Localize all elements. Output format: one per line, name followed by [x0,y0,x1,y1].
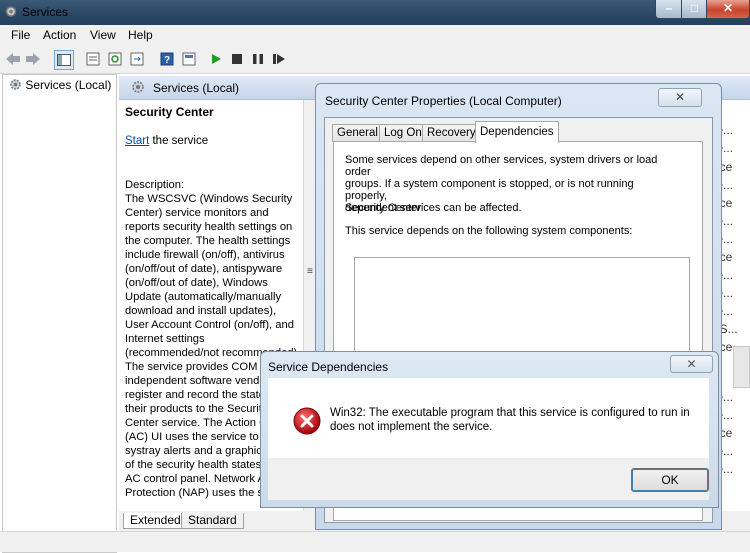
forward-arrow-icon[interactable] [24,50,42,68]
services-app-icon [5,6,17,17]
export-list-icon[interactable] [128,50,146,68]
dialog-footer: OK [268,458,709,500]
tab-dependencies[interactable]: Dependencies [475,121,559,143]
gear-icon [132,81,144,93]
stop-service-icon[interactable] [228,50,246,68]
properties-close-button[interactable]: ✕ [658,88,702,107]
error-message-area: Win32: The executable program that this … [268,378,709,458]
tab-extended[interactable]: Extended [123,513,188,529]
toolbar: ? [0,46,750,74]
service-dependencies-close-button[interactable]: ✕ [670,355,713,373]
minimize-icon: – [665,1,673,15]
tab-log-on[interactable]: Log On [379,124,427,142]
window-title-bar: Services – □ ✕ [0,0,750,25]
help-icon[interactable]: ? [158,50,176,68]
splitter-grip-icon: ≡ [307,266,313,277]
console-tree: Services (Local) [2,74,117,553]
window-title: Services [22,5,69,19]
tab-general[interactable]: General [332,124,383,142]
start-service-line: Start the service [125,135,208,147]
menu-help[interactable]: Help [128,28,153,42]
start-service-icon[interactable] [207,50,225,68]
depends-on-label: This service depends on the following sy… [345,225,633,237]
maximize-button[interactable]: □ [681,0,708,19]
close-icon: ✕ [722,1,734,15]
tree-node-services-local[interactable]: Services (Local) [9,78,111,92]
tab-standard[interactable]: Standard [181,513,244,529]
service-name: Security Center [125,105,214,119]
status-bar [0,531,750,552]
menu-action[interactable]: Action [43,28,76,42]
maximize-icon: □ [690,1,699,15]
vertical-scrollbar[interactable] [733,346,750,388]
services-panel-title: Services (Local) [153,81,240,95]
depends-on-tree[interactable] [354,257,690,362]
start-service-link[interactable]: Start [125,135,149,147]
error-icon [293,407,321,435]
back-arrow-icon[interactable] [4,50,22,68]
dependencies-service-name: Security Center [345,202,421,214]
show-hide-console-tree-icon[interactable] [54,50,74,70]
close-window-button[interactable]: ✕ [706,0,750,19]
refresh-icon[interactable] [106,50,124,68]
menu-view[interactable]: View [90,28,116,42]
tab-recovery[interactable]: Recovery [422,124,481,142]
properties-sheet-icon[interactable] [84,50,102,68]
service-dependencies-title: Service Dependencies [268,360,389,374]
minimize-button[interactable]: – [655,0,683,19]
restart-service-icon[interactable] [270,50,288,68]
menu-file[interactable]: File [11,28,30,42]
pause-service-icon[interactable] [249,50,267,68]
start-service-suffix: the service [149,135,209,147]
ok-button[interactable]: OK [631,468,709,492]
properties-dialog-title: Security Center Properties (Local Comput… [325,94,562,108]
gear-icon [10,79,21,90]
tree-node-label: Services (Local) [25,78,112,92]
console-view-icon[interactable] [180,50,198,68]
svg-text:?: ? [164,55,170,66]
menu-bar: File Action View Help [0,25,750,47]
service-dependencies-dialog: Service Dependencies ✕ Win32: The execut… [260,351,719,508]
error-message: Win32: The executable program that this … [330,407,690,433]
